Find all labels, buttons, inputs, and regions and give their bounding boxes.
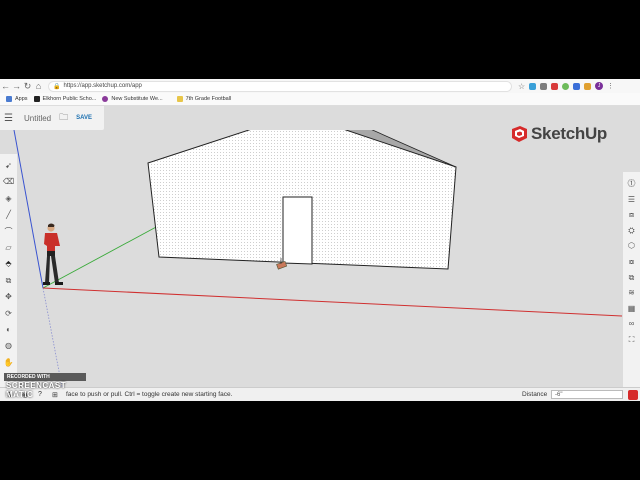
school-icon bbox=[33, 96, 40, 102]
outliner-icon[interactable]: ▦ bbox=[628, 301, 636, 317]
push-pull-tool-icon[interactable]: ⬘ bbox=[5, 256, 11, 272]
watermark-top: RECORDED WITH bbox=[4, 373, 86, 381]
home-icon[interactable]: ⌂ bbox=[33, 81, 44, 91]
styles-icon[interactable]: ⬡ bbox=[628, 238, 635, 254]
paint-bucket-icon[interactable]: ◈ bbox=[5, 191, 11, 207]
extension-icons: ☆ J ⋮ bbox=[518, 82, 614, 91]
offset-tool-icon[interactable]: ⧉ bbox=[6, 273, 12, 289]
tape-measure-icon[interactable]: ◐ bbox=[6, 322, 11, 338]
extension-icon-6[interactable] bbox=[584, 82, 592, 90]
url-text: https://app.sketchup.com/app bbox=[63, 83, 142, 89]
red-axis bbox=[42, 287, 623, 317]
extension-icon-3[interactable] bbox=[551, 82, 559, 90]
views-icon[interactable]: ∞ bbox=[629, 316, 635, 332]
extension-icon-5[interactable] bbox=[573, 82, 581, 90]
browser-menu-icon[interactable]: ⋮ bbox=[607, 82, 614, 90]
entity-info-icon[interactable]: ☰ bbox=[628, 192, 635, 208]
rectangle-tool-icon[interactable]: ▱ bbox=[5, 240, 11, 256]
extension-icon-2[interactable] bbox=[540, 82, 548, 90]
document-title[interactable]: Untitled bbox=[24, 114, 51, 123]
back-icon[interactable]: ← bbox=[0, 81, 11, 91]
status-message: face to push or pull. Ctrl = toggle crea… bbox=[66, 391, 233, 398]
left-toolbar: ➹ ⌫ ◈ ╱ ⌒ ▱ ⬘ ⧉ ✥ ⟳ ◐ ◍ ✋ ⊕ ⚲ ⎔ bbox=[0, 154, 17, 401]
move-tool-icon[interactable]: ✥ bbox=[5, 289, 12, 305]
folder-icon[interactable]: 🗀 bbox=[59, 110, 68, 126]
extension-icon-1[interactable] bbox=[529, 82, 537, 90]
distance-label: Distance bbox=[522, 391, 548, 398]
green-axis bbox=[42, 225, 159, 289]
model-viewport[interactable] bbox=[0, 130, 640, 387]
rotate-tool-icon[interactable]: ⟳ bbox=[5, 306, 12, 322]
layers-icon[interactable]: ⧇ bbox=[629, 254, 634, 270]
app-header: ☰ Untitled 🗀 SAVE bbox=[0, 106, 104, 130]
pan-tool-icon[interactable]: ✋ bbox=[4, 355, 14, 371]
arc-tool-icon[interactable]: ⌒ bbox=[5, 224, 13, 240]
apps-grid-icon bbox=[6, 96, 12, 102]
blue-axis bbox=[13, 130, 44, 289]
bookmark-substitute[interactable]: New Substitute We... bbox=[102, 96, 163, 102]
person-figure[interactable] bbox=[43, 223, 63, 286]
instructor-icon[interactable]: ⓵ bbox=[628, 176, 636, 192]
door-face[interactable] bbox=[282, 196, 313, 265]
bookmark-icon bbox=[102, 96, 109, 102]
watermark-bottom: SCREENCAST MATIC bbox=[6, 381, 67, 399]
sketchup-logo-icon bbox=[512, 126, 527, 142]
bookmarks-bar: Apps Elkhorn Public Scho... New Substitu… bbox=[0, 93, 640, 106]
bookmark-football[interactable]: 7th Grade Football bbox=[176, 96, 231, 102]
forward-icon[interactable]: → bbox=[11, 81, 22, 91]
select-tool-icon[interactable]: ➹ bbox=[5, 158, 12, 174]
distance-input[interactable]: -6" bbox=[551, 390, 623, 399]
star-icon[interactable]: ☆ bbox=[518, 82, 525, 91]
bookmark-elkhorn[interactable]: Elkhorn Public Scho... bbox=[33, 96, 96, 102]
materials-icon[interactable]: ⛭ bbox=[628, 223, 634, 239]
right-toolbar: ⓵ ☰ ⧈ ⛭ ⬡ ⧇ ⧉ ≋ ▦ ∞ ⛶ bbox=[623, 172, 640, 401]
screencast-watermark: RECORDED WITH SCREENCAST MATIC bbox=[4, 373, 86, 399]
eraser-tool-icon[interactable]: ⌫ bbox=[3, 174, 14, 190]
scenes-icon[interactable]: ⧉ bbox=[629, 270, 635, 286]
sketchup-logo: SketchUp bbox=[510, 124, 607, 144]
logo-text: SketchUp bbox=[531, 124, 608, 143]
shadows-icon[interactable]: ≋ bbox=[628, 285, 635, 301]
screen: ← → ↻ ⌂ 🔒 https://app.sketchup.com/app ☆… bbox=[0, 79, 640, 401]
extension-icon-4[interactable] bbox=[562, 82, 570, 90]
line-tool-icon[interactable]: ╱ bbox=[6, 207, 11, 223]
components-icon[interactable]: ⧈ bbox=[629, 207, 634, 223]
lock-icon: 🔒 bbox=[53, 83, 61, 90]
hamburger-icon[interactable]: ☰ bbox=[4, 113, 18, 124]
status-bar: ⚙ ◉ ? ⊞ face to push or pull. Ctrl = tog… bbox=[0, 387, 640, 401]
help-icon[interactable] bbox=[628, 390, 638, 400]
orbit-tool-icon[interactable]: ◍ bbox=[5, 338, 12, 354]
reload-icon[interactable]: ↻ bbox=[22, 81, 33, 92]
browser-toolbar: ← → ↻ ⌂ 🔒 https://app.sketchup.com/app ☆… bbox=[0, 79, 640, 93]
display-icon[interactable]: ⛶ bbox=[629, 332, 635, 348]
bookmark-apps[interactable]: Apps bbox=[6, 96, 28, 102]
address-bar[interactable]: 🔒 https://app.sketchup.com/app bbox=[48, 80, 512, 92]
folder-icon bbox=[176, 96, 183, 102]
save-button[interactable]: SAVE bbox=[76, 115, 92, 121]
profile-avatar[interactable]: J bbox=[595, 82, 604, 90]
